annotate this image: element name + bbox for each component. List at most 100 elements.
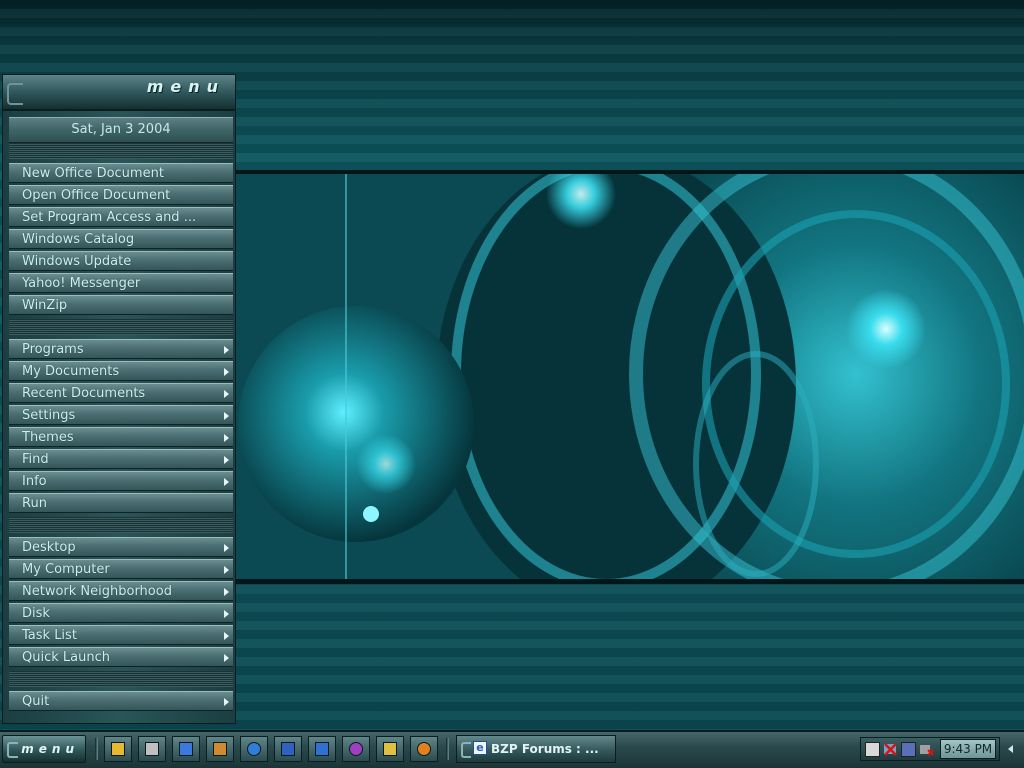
submenu-arrow-icon xyxy=(224,412,229,420)
quick-launch-pencil[interactable] xyxy=(376,736,404,762)
scissors-icon xyxy=(145,742,159,756)
taskbar: menu e BZP Forums : ... 9:43 PM xyxy=(0,730,1024,768)
network-disconnected-icon[interactable] xyxy=(883,742,898,757)
menu-item-label: New Office Document xyxy=(22,166,164,181)
menu-item-find[interactable]: Find xyxy=(9,449,233,469)
menu-item-my-computer[interactable]: My Computer xyxy=(9,559,233,579)
task-button-label: BZP Forums : ... xyxy=(491,742,599,756)
start-menu-button[interactable]: menu xyxy=(2,735,86,763)
computer-icon[interactable] xyxy=(901,742,916,757)
menu-item-quick-launch[interactable]: Quick Launch xyxy=(9,647,233,667)
quick-launch-palette[interactable] xyxy=(342,736,370,762)
submenu-arrow-icon xyxy=(224,544,229,552)
quick-launch-folder[interactable] xyxy=(104,736,132,762)
menu-item-label: Open Office Document xyxy=(22,188,171,203)
quick-launch-internet-explorer[interactable] xyxy=(172,736,200,762)
menu-item-yahoo-messenger[interactable]: Yahoo! Messenger xyxy=(9,273,233,293)
menu-item-label: Recent Documents xyxy=(22,386,146,401)
menu-item-set-program-access[interactable]: Set Program Access and ... xyxy=(9,207,233,227)
task-notch-icon xyxy=(461,742,471,758)
menu-item-programs[interactable]: Programs xyxy=(9,339,233,359)
quick-launch-tools[interactable] xyxy=(206,736,234,762)
menu-date: Sat, Jan 3 2004 xyxy=(9,117,233,143)
menu-item-label: Quick Launch xyxy=(22,650,110,665)
menu-item-label: Windows Update xyxy=(22,254,132,269)
menu-item-label: Quit xyxy=(22,694,50,709)
pencil-icon xyxy=(383,742,397,756)
security-icon[interactable] xyxy=(919,742,934,757)
clock[interactable]: 9:43 PM xyxy=(940,739,996,759)
start-notch-icon xyxy=(7,742,18,758)
menu-item-task-list[interactable]: Task List xyxy=(9,625,233,645)
menu-item-open-office-document[interactable]: Open Office Document xyxy=(9,185,233,205)
menu-item-label: Yahoo! Messenger xyxy=(22,276,141,291)
start-button-label: menu xyxy=(21,742,79,756)
menu-logo: menu xyxy=(146,77,225,96)
windows-icon xyxy=(281,742,295,756)
submenu-arrow-icon xyxy=(224,456,229,464)
wallpaper-banner xyxy=(236,170,1024,584)
start-menu: menu Sat, Jan 3 2004 New Office Document… xyxy=(2,74,236,724)
menu-item-label: Task List xyxy=(22,628,77,643)
palette-icon xyxy=(349,742,363,756)
quick-launch-settings-window[interactable] xyxy=(308,736,336,762)
taskbar-divider xyxy=(95,738,98,760)
menu-item-label: Desktop xyxy=(22,540,76,555)
submenu-arrow-icon xyxy=(224,632,229,640)
menu-separator xyxy=(9,319,233,335)
submenu-arrow-icon xyxy=(224,434,229,442)
menu-item-label: Network Neighborhood xyxy=(22,584,172,599)
menu-item-label: Disk xyxy=(22,606,50,621)
quick-launch-scissors[interactable] xyxy=(138,736,166,762)
menu-item-desktop[interactable]: Desktop xyxy=(9,537,233,557)
menu-item-winzip[interactable]: WinZip xyxy=(9,295,233,315)
menu-header-notch-icon xyxy=(7,83,23,105)
menu-item-windows-update[interactable]: Windows Update xyxy=(9,251,233,271)
menu-item-label: Settings xyxy=(22,408,76,423)
menu-separator xyxy=(9,671,233,687)
refresh-icon xyxy=(247,742,261,756)
menu-item-label: WinZip xyxy=(22,298,68,313)
submenu-arrow-icon xyxy=(224,566,229,574)
folder-icon xyxy=(111,742,125,756)
menu-item-quit[interactable]: Quit xyxy=(9,691,233,711)
submenu-arrow-icon xyxy=(224,368,229,376)
internet-explorer-icon xyxy=(179,742,193,756)
menu-item-new-office-document[interactable]: New Office Document xyxy=(9,163,233,183)
menu-item-label: Find xyxy=(22,452,49,467)
submenu-arrow-icon xyxy=(224,610,229,618)
internet-explorer-icon: e xyxy=(473,741,487,755)
menu-item-network-neighborhood[interactable]: Network Neighborhood xyxy=(9,581,233,601)
menu-item-label: Windows Catalog xyxy=(22,232,135,247)
submenu-arrow-icon xyxy=(224,478,229,486)
menu-item-disk[interactable]: Disk xyxy=(9,603,233,623)
quick-launch-refresh[interactable] xyxy=(240,736,268,762)
menu-separator xyxy=(9,143,233,159)
taskbar-divider xyxy=(446,738,449,760)
menu-item-label: Info xyxy=(22,474,47,489)
menu-item-label: Programs xyxy=(22,342,84,357)
menu-item-label: Set Program Access and ... xyxy=(22,210,197,225)
settings-window-icon xyxy=(315,742,329,756)
task-button-bzp-forums[interactable]: e BZP Forums : ... xyxy=(456,735,616,763)
menu-item-my-documents[interactable]: My Documents xyxy=(9,361,233,381)
menu-item-label: Themes xyxy=(22,430,74,445)
submenu-arrow-icon xyxy=(224,346,229,354)
menu-item-settings[interactable]: Settings xyxy=(9,405,233,425)
submenu-arrow-icon xyxy=(224,390,229,398)
menu-item-themes[interactable]: Themes xyxy=(9,427,233,447)
menu-item-label: My Computer xyxy=(22,562,110,577)
quick-launch-media-player[interactable] xyxy=(410,736,438,762)
monitor-icon[interactable] xyxy=(865,742,880,757)
menu-item-recent-documents[interactable]: Recent Documents xyxy=(9,383,233,403)
menu-item-label: My Documents xyxy=(22,364,120,379)
menu-item-label: Run xyxy=(22,496,47,511)
tray-expand-arrow-icon[interactable] xyxy=(1008,745,1013,753)
submenu-arrow-icon xyxy=(224,654,229,662)
menu-item-info[interactable]: Info xyxy=(9,471,233,491)
menu-item-run[interactable]: Run xyxy=(9,493,233,513)
tools-icon xyxy=(213,742,227,756)
menu-item-windows-catalog[interactable]: Windows Catalog xyxy=(9,229,233,249)
quick-launch-windows[interactable] xyxy=(274,736,302,762)
menu-header: menu xyxy=(3,75,235,111)
